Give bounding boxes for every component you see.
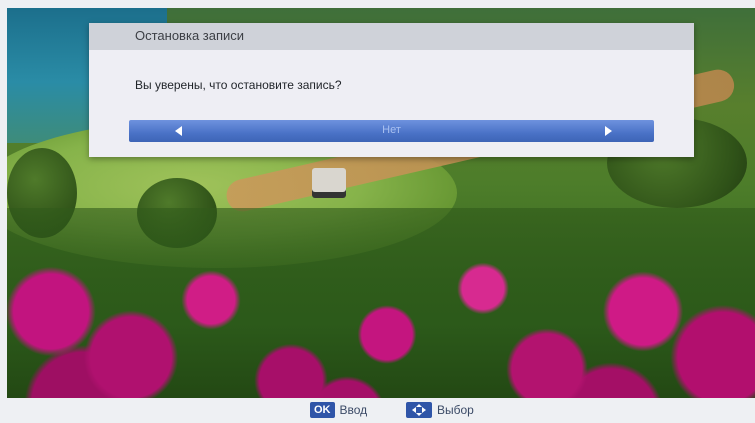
selected-option-label: Нет [382, 124, 401, 136]
dialog-title-bar: Остановка записи [89, 23, 694, 50]
hint-select: Выбор [406, 402, 474, 418]
hint-enter-label: Ввод [339, 403, 368, 417]
dialog-title: Остановка записи [135, 28, 245, 43]
stop-recording-dialog: Остановка записи Вы уверены, что останов… [89, 23, 694, 157]
hint-enter: OK Ввод [310, 402, 367, 418]
flowers-foreground [7, 208, 755, 398]
option-selector[interactable]: Нет [129, 120, 654, 142]
golf-cart [312, 168, 346, 192]
hint-bar: OK Ввод Выбор [0, 398, 755, 423]
dialog-message: Вы уверены, что остановите запись? [135, 78, 342, 92]
arrow-right-icon[interactable] [605, 126, 612, 136]
hint-select-label: Выбор [437, 403, 474, 417]
ok-key-icon: OK [310, 402, 335, 418]
dpad-icon [406, 402, 432, 418]
